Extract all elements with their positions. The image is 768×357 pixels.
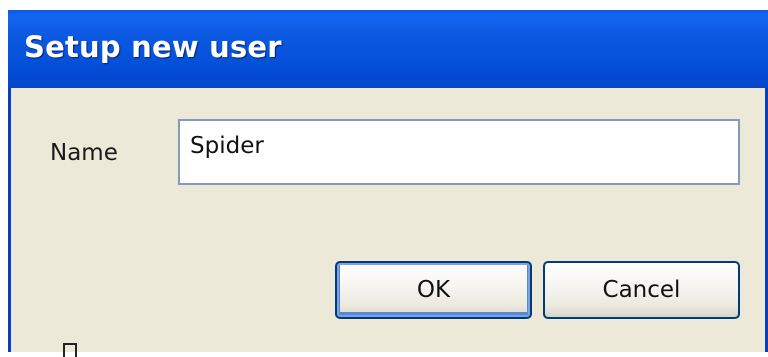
dialog-title: Setup new user xyxy=(24,30,282,64)
ok-button[interactable]: OK xyxy=(335,261,532,319)
setup-user-dialog: Setup new user Name Spider OK Cancel xyxy=(8,10,768,357)
title-bar[interactable]: Setup new user xyxy=(8,10,768,88)
name-input[interactable]: Spider xyxy=(178,119,740,185)
name-label: Name xyxy=(50,140,118,166)
partial-control-edge xyxy=(63,343,77,357)
cancel-button[interactable]: Cancel xyxy=(543,261,740,319)
